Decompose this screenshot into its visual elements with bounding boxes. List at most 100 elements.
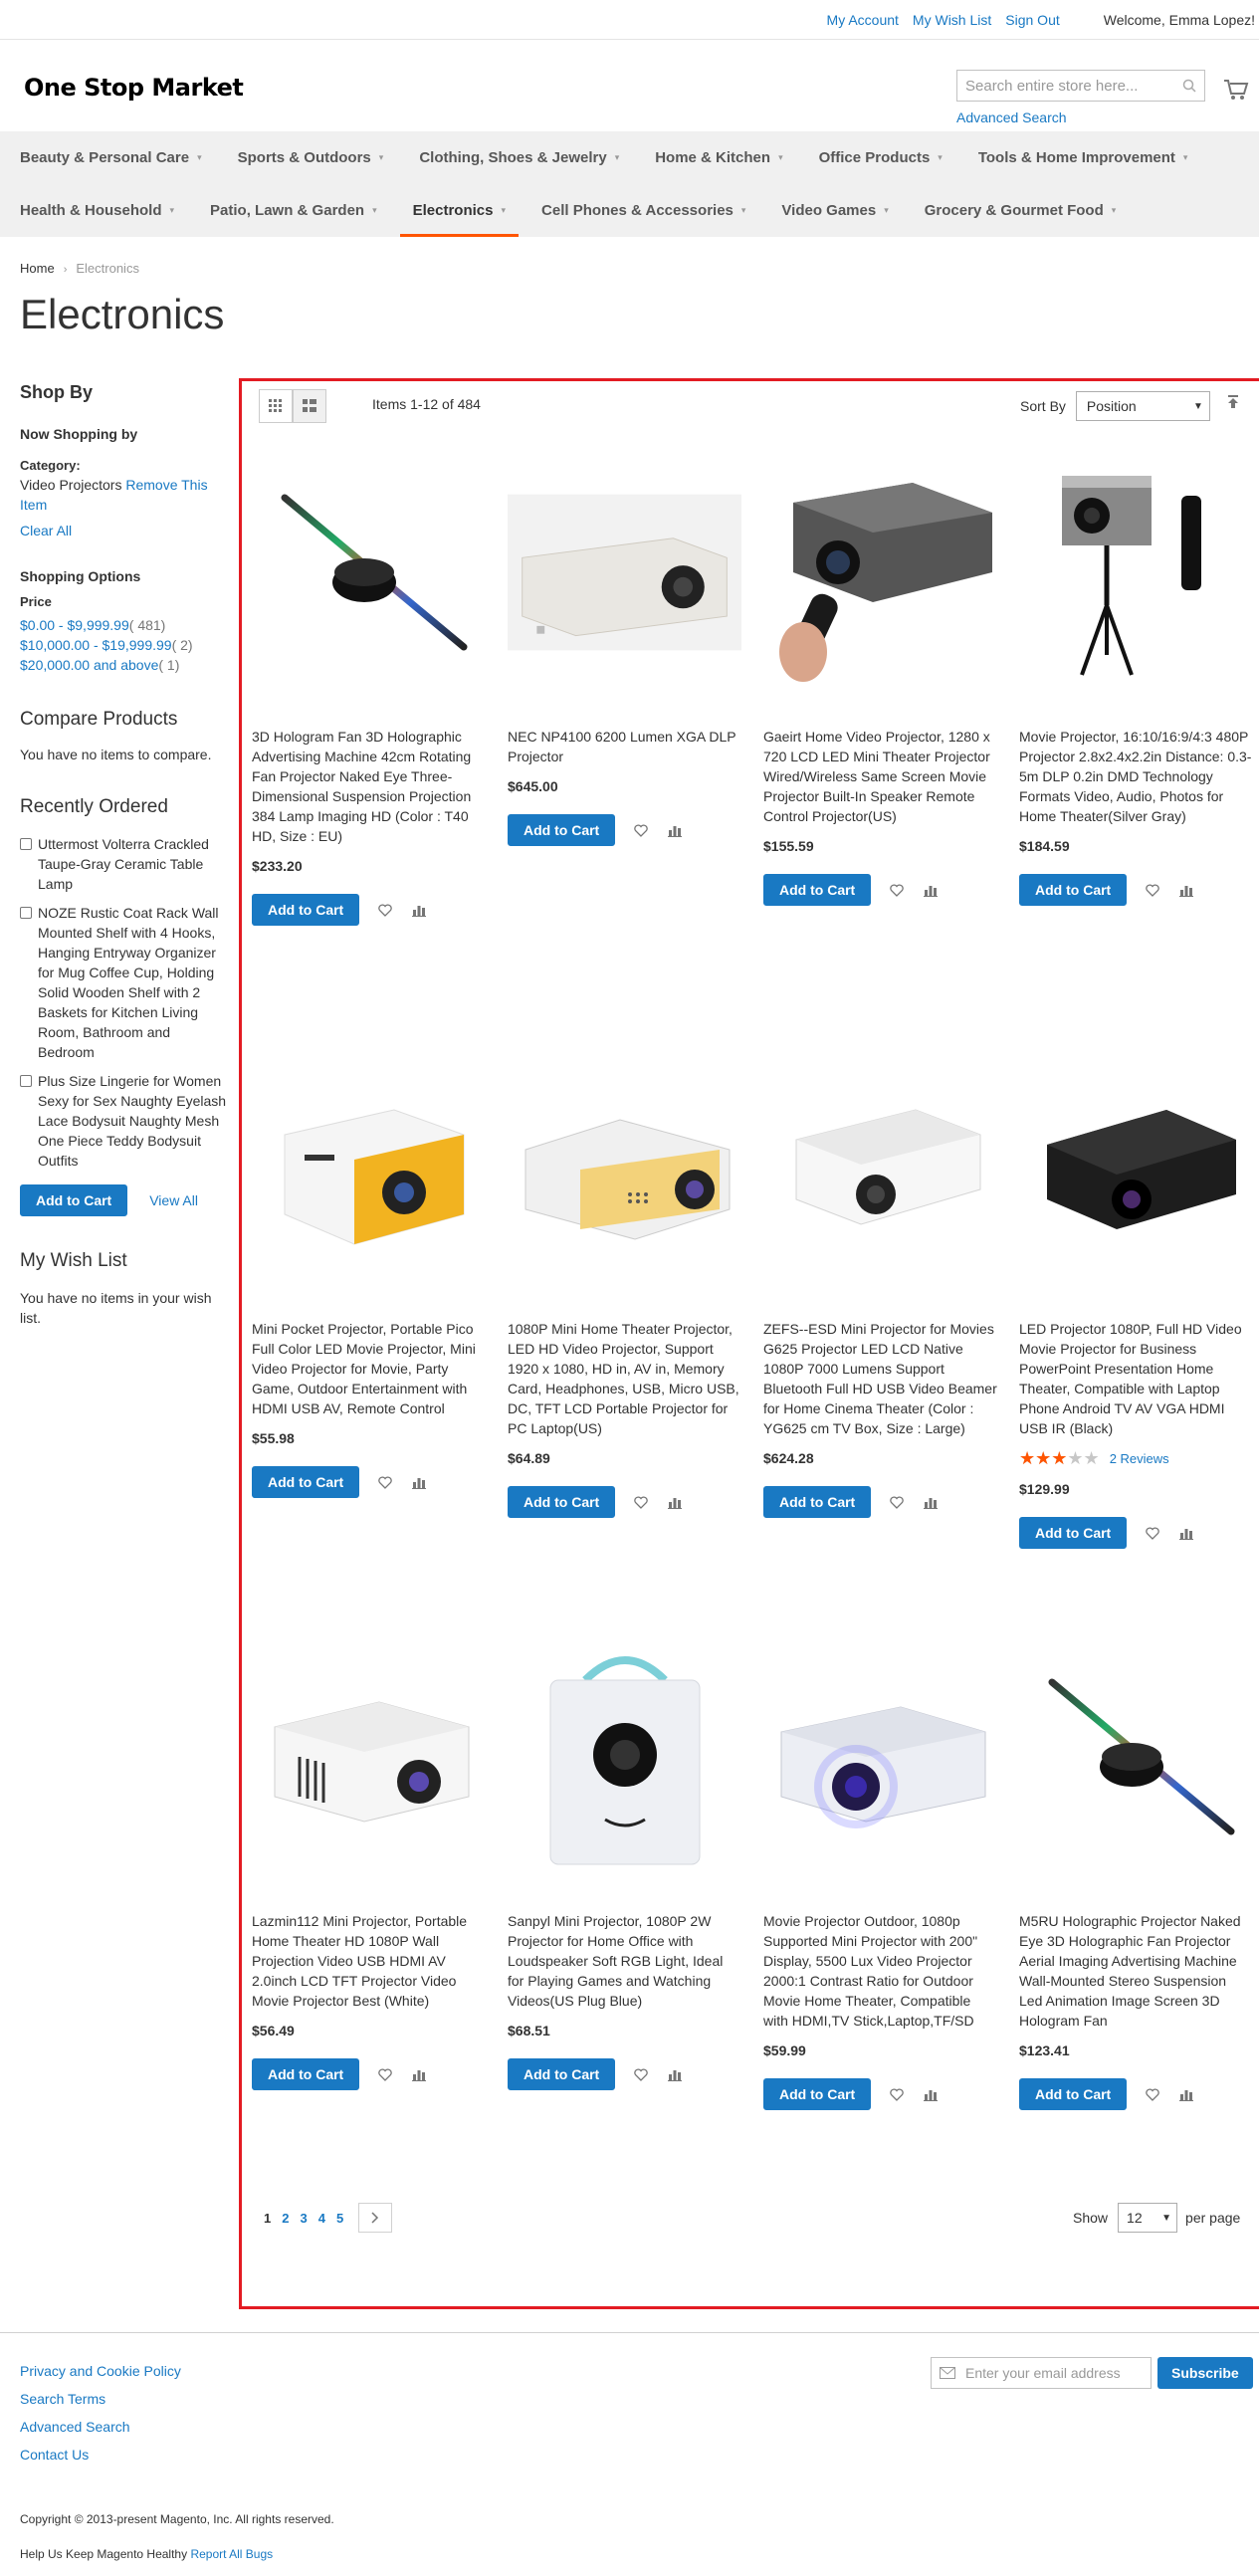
sort-direction-arrow-icon[interactable] bbox=[1227, 395, 1239, 414]
compare-icon[interactable] bbox=[411, 2066, 427, 2082]
page-link[interactable]: 4 bbox=[318, 2211, 325, 2226]
compare-icon[interactable] bbox=[667, 822, 683, 838]
footer-link-privacy[interactable]: Privacy and Cookie Policy bbox=[20, 2363, 181, 2379]
nav-item-video-games[interactable]: Video Games ▾ bbox=[781, 184, 888, 237]
wishlist-heart-icon[interactable] bbox=[377, 1474, 393, 1490]
product-image[interactable] bbox=[1019, 433, 1253, 712]
wishlist-heart-icon[interactable] bbox=[889, 1494, 905, 1510]
price-filter-option[interactable]: $0.00 - $9,999.99( 481) bbox=[20, 615, 229, 635]
product-name-link[interactable]: ZEFS--ESD Mini Projector for Movies G625… bbox=[763, 1319, 997, 1438]
nav-item-patio[interactable]: Patio, Lawn & Garden ▾ bbox=[210, 184, 377, 237]
search-icon[interactable] bbox=[1182, 79, 1196, 93]
cart-icon[interactable] bbox=[1223, 78, 1249, 102]
recent-item-name[interactable]: Plus Size Lingerie for Women Sexy for Se… bbox=[38, 1071, 229, 1171]
breadcrumb-home[interactable]: Home bbox=[20, 261, 55, 276]
search-input[interactable]: Search entire store here... bbox=[956, 70, 1205, 102]
recent-item-name[interactable]: Uttermost Volterra Crackled Taupe-Gray C… bbox=[38, 834, 229, 894]
product-image[interactable] bbox=[763, 433, 997, 712]
recent-item-checkbox[interactable] bbox=[20, 838, 32, 850]
product-name-link[interactable]: LED Projector 1080P, Full HD Video Movie… bbox=[1019, 1319, 1253, 1438]
product-image[interactable] bbox=[252, 433, 486, 712]
nav-item-cell-phones[interactable]: Cell Phones & Accessories ▾ bbox=[541, 184, 745, 237]
page-link[interactable]: 2 bbox=[282, 2211, 289, 2226]
product-image[interactable] bbox=[508, 1617, 741, 1896]
footer-link-advanced-search[interactable]: Advanced Search bbox=[20, 2419, 130, 2435]
store-logo[interactable]: One Stop Market bbox=[24, 74, 244, 102]
nav-item-office[interactable]: Office Products ▾ bbox=[819, 131, 943, 184]
nav-item-health[interactable]: Health & Household ▾ bbox=[20, 184, 174, 237]
grid-view-icon[interactable] bbox=[259, 389, 293, 423]
newsletter-email-input[interactable]: Enter your email address bbox=[931, 2357, 1152, 2389]
product-name-link[interactable]: Lazmin112 Mini Projector, Portable Home … bbox=[252, 1911, 486, 2011]
add-to-cart-button[interactable]: Add to Cart bbox=[252, 1466, 360, 1498]
list-view-icon[interactable] bbox=[293, 389, 326, 423]
compare-icon[interactable] bbox=[411, 1474, 427, 1490]
page-link[interactable]: 5 bbox=[336, 2211, 343, 2226]
recent-item-checkbox[interactable] bbox=[20, 1075, 32, 1087]
product-name-link[interactable]: Movie Projector, 16:10/16:9/4:3 480P Pro… bbox=[1019, 727, 1253, 826]
nav-item-clothing[interactable]: Clothing, Shoes & Jewelry ▾ bbox=[419, 131, 619, 184]
wishlist-heart-icon[interactable] bbox=[1145, 2086, 1160, 2102]
recent-add-to-cart-button[interactable]: Add to Cart bbox=[20, 1184, 128, 1216]
nav-item-grocery[interactable]: Grocery & Gourmet Food ▾ bbox=[925, 184, 1117, 237]
nav-item-tools[interactable]: Tools & Home Improvement ▾ bbox=[978, 131, 1188, 184]
add-to-cart-button[interactable]: Add to Cart bbox=[763, 2078, 872, 2110]
footer-link-contact[interactable]: Contact Us bbox=[20, 2447, 89, 2463]
product-name-link[interactable]: 1080P Mini Home Theater Projector, LED H… bbox=[508, 1319, 741, 1438]
compare-icon[interactable] bbox=[923, 1494, 939, 1510]
product-name-link[interactable]: Gaeirt Home Video Projector, 1280 x 720 … bbox=[763, 727, 997, 826]
product-name-link[interactable]: Sanpyl Mini Projector, 1080P 2W Projecto… bbox=[508, 1911, 741, 2011]
wishlist-heart-icon[interactable] bbox=[889, 2086, 905, 2102]
add-to-cart-button[interactable]: Add to Cart bbox=[508, 1486, 616, 1518]
wishlist-heart-icon[interactable] bbox=[1145, 1525, 1160, 1541]
wishlist-heart-icon[interactable] bbox=[377, 902, 393, 918]
sign-out-link[interactable]: Sign Out bbox=[1005, 12, 1059, 28]
product-image[interactable] bbox=[252, 1617, 486, 1896]
add-to-cart-button[interactable]: Add to Cart bbox=[1019, 874, 1128, 906]
view-all-link[interactable]: View All bbox=[149, 1192, 198, 1208]
add-to-cart-button[interactable]: Add to Cart bbox=[763, 1486, 872, 1518]
product-image[interactable] bbox=[252, 1025, 486, 1304]
product-name-link[interactable]: 3D Hologram Fan 3D Holographic Advertisi… bbox=[252, 727, 486, 846]
product-name-link[interactable]: Movie Projector Outdoor, 1080p Supported… bbox=[763, 1911, 997, 2031]
limiter-select[interactable]: 12 ▼ bbox=[1118, 2203, 1178, 2233]
price-filter-option[interactable]: $20,000.00 and above( 1) bbox=[20, 655, 229, 675]
wishlist-heart-icon[interactable] bbox=[633, 1494, 649, 1510]
wishlist-heart-icon[interactable] bbox=[889, 882, 905, 898]
reviews-link[interactable]: 2 Reviews bbox=[1110, 1451, 1169, 1466]
compare-icon[interactable] bbox=[923, 882, 939, 898]
product-name-link[interactable]: Mini Pocket Projector, Portable Pico Ful… bbox=[252, 1319, 486, 1418]
add-to-cart-button[interactable]: Add to Cart bbox=[763, 874, 872, 906]
nav-item-sports[interactable]: Sports & Outdoors ▾ bbox=[238, 131, 384, 184]
my-account-link[interactable]: My Account bbox=[827, 12, 899, 28]
page-link[interactable]: 3 bbox=[300, 2211, 307, 2226]
report-bugs-link[interactable]: Report All Bugs bbox=[190, 2547, 273, 2561]
next-page-icon[interactable] bbox=[358, 2203, 393, 2233]
add-to-cart-button[interactable]: Add to Cart bbox=[1019, 2078, 1128, 2110]
product-image[interactable] bbox=[508, 1025, 741, 1304]
nav-item-beauty[interactable]: Beauty & Personal Care ▾ bbox=[20, 131, 202, 184]
recent-item-checkbox[interactable] bbox=[20, 907, 32, 919]
product-image[interactable] bbox=[763, 1025, 997, 1304]
compare-icon[interactable] bbox=[1178, 1525, 1194, 1541]
compare-icon[interactable] bbox=[667, 1494, 683, 1510]
product-image[interactable] bbox=[508, 433, 741, 712]
product-image[interactable] bbox=[1019, 1617, 1253, 1896]
add-to-cart-button[interactable]: Add to Cart bbox=[252, 894, 360, 926]
sort-by-select[interactable]: Position ▼ bbox=[1075, 391, 1210, 421]
wishlist-heart-icon[interactable] bbox=[1145, 882, 1160, 898]
wishlist-heart-icon[interactable] bbox=[633, 822, 649, 838]
nav-item-home-kitchen[interactable]: Home & Kitchen ▾ bbox=[655, 131, 782, 184]
add-to-cart-button[interactable]: Add to Cart bbox=[508, 2058, 616, 2090]
compare-icon[interactable] bbox=[923, 2086, 939, 2102]
add-to-cart-button[interactable]: Add to Cart bbox=[252, 2058, 360, 2090]
wishlist-heart-icon[interactable] bbox=[377, 2066, 393, 2082]
price-filter-option[interactable]: $10,000.00 - $19,999.99( 2) bbox=[20, 635, 229, 655]
product-name-link[interactable]: M5RU Holographic Projector Naked Eye 3D … bbox=[1019, 1911, 1253, 2031]
recent-item-name[interactable]: NOZE Rustic Coat Rack Wall Mounted Shelf… bbox=[38, 903, 229, 1062]
nav-item-electronics[interactable]: Electronics ▾ bbox=[399, 184, 520, 237]
add-to-cart-button[interactable]: Add to Cart bbox=[508, 814, 616, 846]
compare-icon[interactable] bbox=[1178, 2086, 1194, 2102]
footer-link-search-terms[interactable]: Search Terms bbox=[20, 2391, 105, 2407]
compare-icon[interactable] bbox=[667, 2066, 683, 2082]
